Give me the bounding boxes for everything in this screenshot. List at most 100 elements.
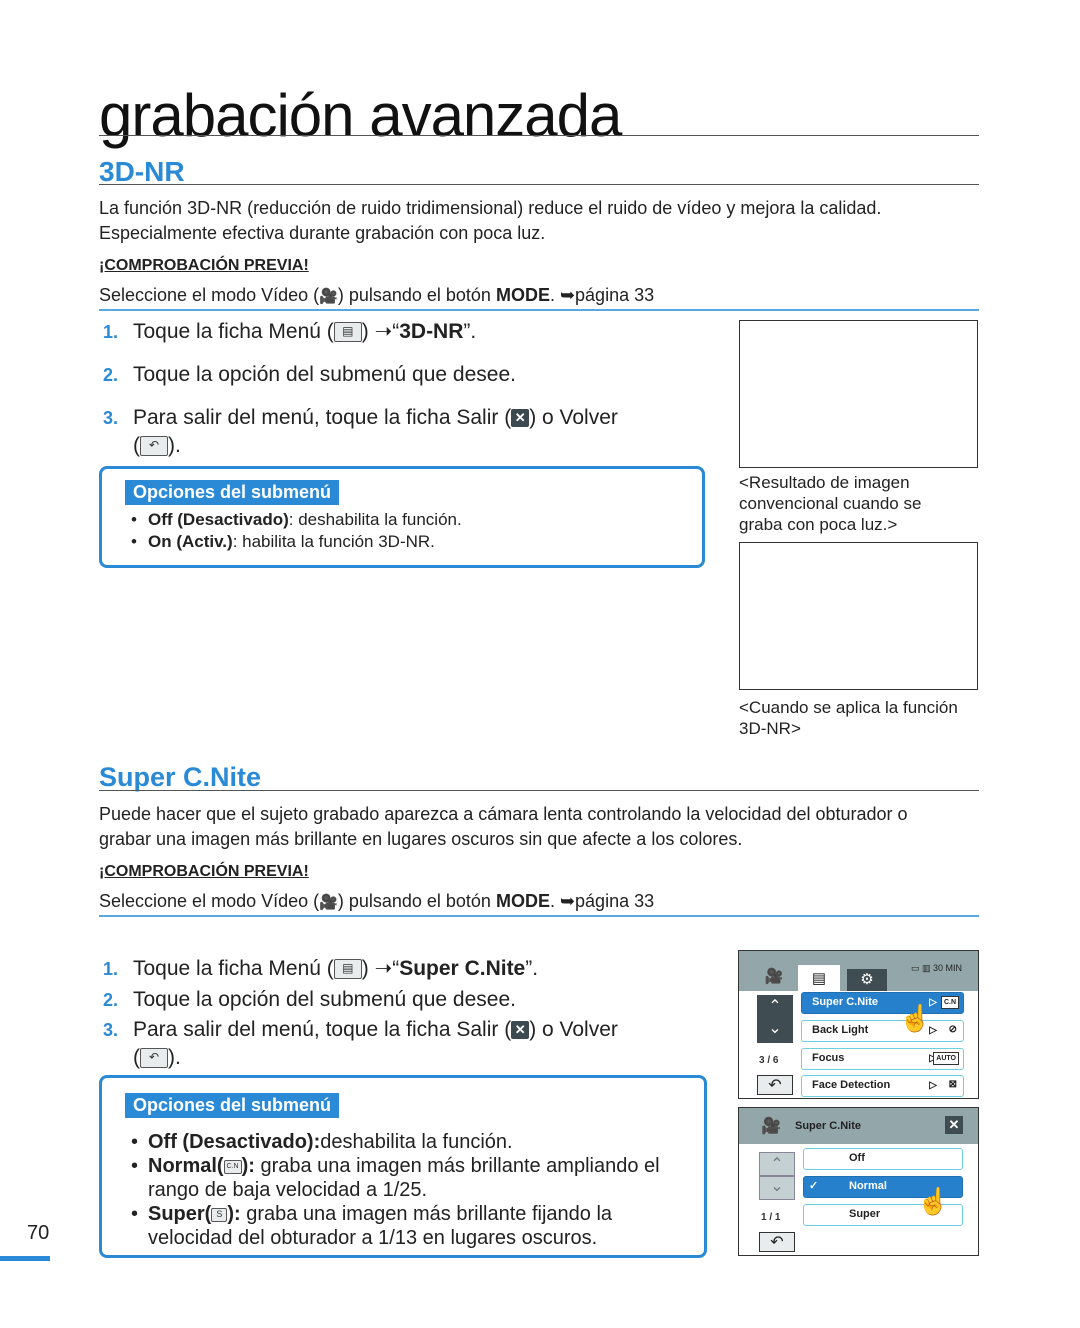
submenu-options-box: Opciones del submenú Off (Desactivado): … [99, 466, 705, 568]
page-reference: . ➥página 33 [549, 285, 655, 305]
submenu-item-off[interactable]: Off [803, 1148, 963, 1170]
video-camera-icon: 🎥 [319, 288, 338, 306]
option-name-end: ): [227, 1203, 241, 1225]
prereq-mid: ) pulsando el botón [337, 891, 496, 911]
video-camera-icon: 🎥 [319, 894, 338, 912]
item-label: Super [849, 1208, 881, 1220]
section-divider [99, 790, 979, 791]
return-button[interactable]: ↶ [759, 1232, 795, 1252]
video-mode-icon[interactable]: 🎥 [753, 963, 795, 991]
item-badge: ⊘ [946, 1024, 959, 1035]
menu-tab-icon: ▤ [333, 959, 362, 980]
option-name-end: ): [241, 1155, 255, 1177]
section-description: Puede hacer que el sujeto grabado aparez… [99, 804, 908, 849]
option-off: Off (Desactivado):deshabilita la función… [128, 1130, 698, 1154]
prerequisite-text: Seleccione el modo Vídeo (🎥) pulsando el… [99, 891, 654, 912]
caption-after: <Cuando se aplica la función 3D-NR> [739, 698, 958, 738]
title-divider [99, 135, 979, 136]
blue-divider [99, 915, 979, 917]
paren-close: ). [168, 434, 181, 457]
option-desc: deshabilita la función. [320, 1131, 513, 1153]
return-button[interactable]: ↶ [757, 1075, 793, 1095]
paren-open: ( [133, 434, 140, 457]
prerequisite-label: ¡COMPROBACIÓN PREVIA! [99, 863, 309, 880]
option-name: Normal( [148, 1155, 224, 1177]
page-number: 70 [27, 1222, 50, 1244]
prerequisite-label: ¡COMPROBACIÓN PREVIA! [99, 257, 309, 274]
submenu-options-box: Opciones del submenú Off (Desactivado):d… [99, 1075, 707, 1258]
option-name: On (Activ.) [148, 532, 233, 551]
scroll-up-button[interactable]: ⌃ [759, 1152, 795, 1176]
step-text: Para salir del menú, toque la ficha Sali… [133, 1018, 512, 1041]
step-2: 2. Toque la opción del submenú que desee. [103, 986, 516, 1014]
exit-icon: ✕ [511, 1021, 530, 1040]
item-badge: AUTO [933, 1052, 959, 1065]
step-text: Toque la opción del submenú que desee. [133, 363, 516, 386]
step-3: 3. Para salir del menú, toque la ficha Sa… [103, 404, 618, 460]
item-badge: ⊠ [946, 1079, 959, 1090]
page-title: grabación avanzada [99, 82, 622, 149]
section-heading-cnite: Super C.Nite [99, 762, 262, 792]
options-list: Off (Desactivado):deshabilita la función… [128, 1130, 698, 1250]
play-triangle-icon: ▷ [929, 1080, 937, 1091]
section-description: La función 3D-NR (reducción de ruido tri… [99, 198, 882, 243]
item-label: Off [849, 1152, 865, 1164]
exit-icon: ✕ [511, 409, 530, 428]
submenu-title: Super C.Nite [795, 1120, 862, 1132]
options-list: Off (Desactivado): deshabilita la funció… [128, 509, 462, 553]
s-icon: S [211, 1207, 228, 1222]
menu-item-focus[interactable]: Focus▷AUTO [801, 1048, 964, 1070]
scroll-down-button[interactable]: ⌄ [759, 1176, 795, 1200]
step-text: Toque la ficha Menú ( [133, 320, 334, 343]
step-arrow: ) ➝“ [361, 320, 400, 343]
option-name: Off (Desactivado): [148, 1131, 321, 1153]
item-label: Normal [849, 1180, 887, 1192]
mode-button-label: MODE [495, 891, 550, 911]
settings-tab-gear-icon[interactable]: ⚙ [847, 969, 887, 991]
return-icon: ↶ [140, 436, 168, 457]
image-after-3dnr [739, 542, 978, 690]
option-normal: Normal(C.N): graba una imagen más brilla… [128, 1154, 698, 1202]
step-text-2: ) o Volver [529, 406, 618, 429]
camera-submenu-screen: 🎥 Super C.Nite ✕ ⌃ ⌄ 1 / 1 ↶ Off ✓ Normal… [738, 1107, 979, 1256]
step-number: 3. [103, 1020, 119, 1040]
menu-item-super-cnite[interactable]: Super C.Nite ▷ C.N [801, 992, 964, 1014]
step-number: 1. [103, 322, 119, 342]
step-target: Super C.Nite [399, 957, 526, 980]
exit-button-close-icon[interactable]: ✕ [945, 1116, 963, 1134]
step-number: 3. [103, 408, 119, 428]
mode-button-label: MODE [495, 285, 550, 305]
paren-open: ( [133, 1046, 140, 1069]
prereq-pre: Seleccione el modo Vídeo ( [99, 285, 320, 305]
paren-close: ). [168, 1046, 181, 1069]
step-target: 3D-NR [399, 320, 464, 343]
scroll-up-button[interactable]: ⌃ [757, 995, 793, 1019]
return-icon: ↶ [140, 1048, 168, 1069]
step-end: ”. [463, 320, 477, 343]
item-badge: C.N [940, 996, 959, 1009]
step-3: 3. Para salir del menú, toque la ficha Sa… [103, 1016, 618, 1072]
video-mode-icon: 🎥 [761, 1118, 781, 1135]
option-name: Super( [148, 1203, 212, 1225]
step-arrow: ) ➝“ [361, 957, 400, 980]
item-label: Face Detection [812, 1079, 891, 1091]
blue-divider [99, 309, 979, 311]
page-number-bar [0, 1256, 50, 1261]
item-label: Super C.Nite [812, 996, 879, 1008]
menu-item-back-light[interactable]: Back Light ▷ ⊘ [801, 1020, 964, 1042]
prereq-pre: Seleccione el modo Vídeo ( [99, 891, 320, 911]
menu-item-face-detection[interactable]: Face Detection ▷ ⊠ [801, 1075, 964, 1097]
scroll-down-button[interactable]: ⌄ [757, 1019, 793, 1043]
checkmark-icon: ✓ [809, 1180, 819, 1192]
caption-before: <Resultado de imagen convencional cuando… [739, 473, 922, 534]
step-text: Toque la ficha Menú ( [133, 957, 334, 980]
image-before-3dnr [739, 320, 978, 468]
option-super: Super(S): graba una imagen más brillante… [128, 1202, 698, 1250]
remaining-time: 30 MIN [933, 963, 963, 973]
menu-tab[interactable]: ▤ [798, 965, 840, 995]
submenu-label: Opciones del submenú [125, 1093, 340, 1118]
prerequisite-text: Seleccione el modo Vídeo (🎥) pulsando el… [99, 285, 654, 306]
page-reference: . ➥página 33 [549, 891, 655, 911]
step-number: 2. [103, 990, 119, 1010]
step-1: 1. Toque la ficha Menú (▤) ➝“3D-NR”. [103, 318, 476, 346]
